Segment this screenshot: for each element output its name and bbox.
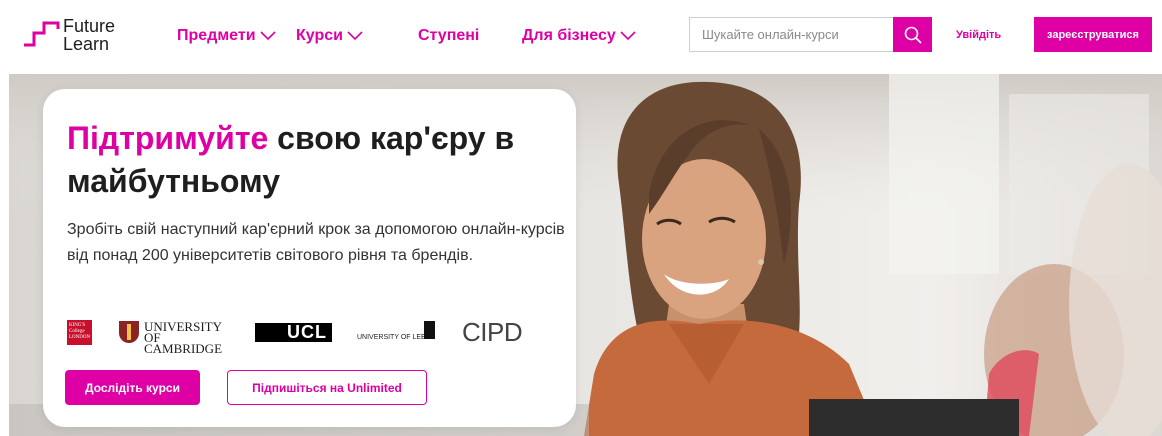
subscribe-unlimited-button[interactable]: Підпишіться на Unlimited [227,370,427,405]
cambridge-crest-icon [119,321,139,343]
nav-courses[interactable]: Курси [296,27,363,45]
partner-logos: KING'S College LONDON UNIVERSITY OF CAMB… [67,317,547,355]
kings-college-logo: KING'S College LONDON [67,320,92,345]
chevron-down-icon [347,31,363,41]
nav-business-label: Для бізнесу [522,27,616,44]
hero-lead-text: Зробіть свій наступний кар'єрний крок за… [67,221,565,264]
page-title: Підтримуйте свою кар'єру в майбутньому [67,117,567,203]
site-header: Future Learn Предмети Курси Ступені Для … [0,0,1162,74]
search-button[interactable] [893,17,932,52]
nav-business[interactable]: Для бізнесу [522,27,636,45]
nav-degrees[interactable]: Ступені [418,27,479,45]
cipd-logo: CIPD [462,317,523,347]
hero-card: Підтримуйте свою кар'єру в майбутньому З… [43,89,576,427]
explore-courses-button[interactable]: Дослідіть курси [65,370,200,405]
leeds-logo: UNIVERSITY OF LEEDS [357,321,442,345]
signin-link[interactable]: Увійдіть [956,29,1001,41]
logo-text: Future Learn [63,17,115,53]
ucl-logo: UCL [255,323,332,342]
cambridge-logo-text: UNIVERSITY OF CAMBRIDGE [144,319,239,356]
chevron-down-icon [620,31,636,41]
search-input[interactable] [690,18,895,51]
logo-mark-icon [24,21,60,47]
leeds-mark-icon [424,321,435,339]
cambridge-line-1: UNIVERSITY OF [144,319,222,345]
nav-subjects-label: Предмети [177,27,256,44]
logo-line-1: Future [63,16,116,36]
futurelearn-logo[interactable]: Future Learn [22,15,132,59]
headline-accent: Підтримуйте [67,120,269,156]
cambridge-line-2: CAMBRIDGE [144,341,223,356]
cambridge-logo: UNIVERSITY OF CAMBRIDGE [119,320,239,355]
nav-subjects[interactable]: Предмети [177,27,276,45]
nav-courses-label: Курси [296,27,343,44]
register-button[interactable]: зареєструватися [1034,17,1152,52]
search-icon [904,26,922,44]
search-box [689,17,932,52]
nav-degrees-label: Ступені [418,27,480,44]
logo-line-2: Learn [63,34,110,54]
chevron-down-icon [259,31,276,41]
